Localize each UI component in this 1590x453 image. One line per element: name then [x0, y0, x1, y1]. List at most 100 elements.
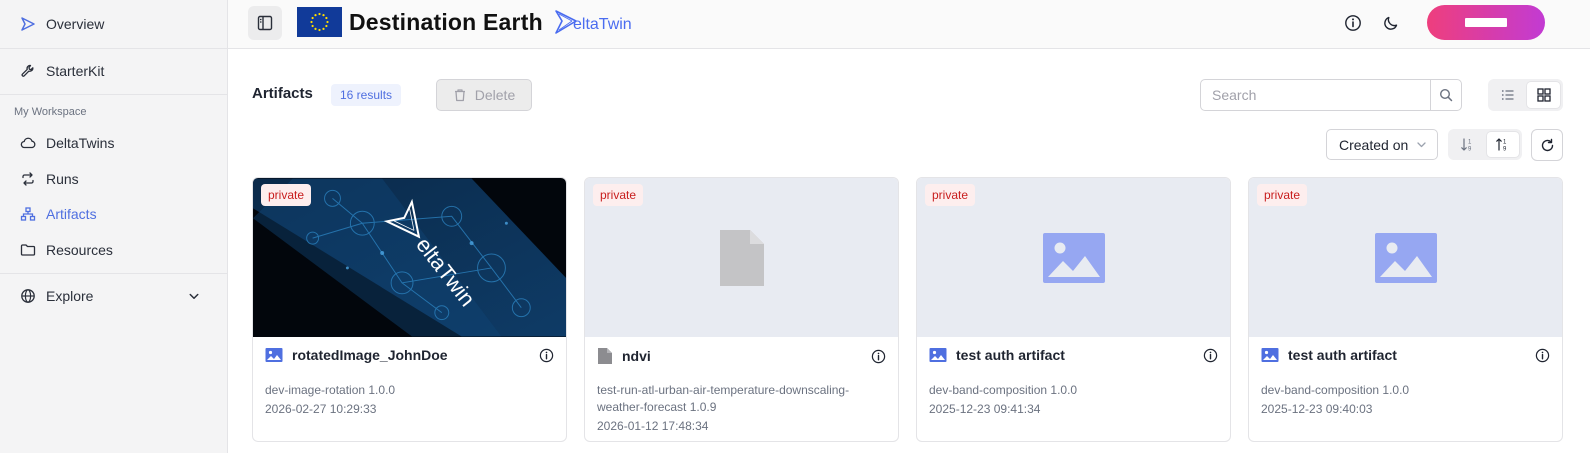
svg-text:9: 9 [1503, 147, 1507, 153]
page-title: Artifacts [252, 85, 313, 102]
refresh-button[interactable] [1531, 129, 1563, 161]
artifact-source: test-run-atl-urban-air-temperature-downs… [597, 383, 850, 414]
private-badge: private [1257, 184, 1308, 206]
image-icon [1261, 348, 1279, 362]
artifact-source: dev-image-rotation 1.0.0 [265, 383, 396, 397]
grid-view-button[interactable] [1527, 82, 1560, 108]
theme-toggle-button[interactable] [1381, 13, 1401, 33]
sidebar-item-starterkit[interactable]: StarterKit [20, 63, 104, 79]
search-button[interactable] [1430, 80, 1461, 110]
globe-icon [21, 289, 35, 303]
network-icon [20, 207, 36, 221]
top-header: Destination Earth eltaTwin [228, 0, 1590, 49]
eu-stars-icon [310, 12, 329, 32]
sidebar-item-label: Runs [46, 171, 79, 187]
refresh-icon [1541, 138, 1553, 151]
info-icon [539, 348, 553, 362]
sidebar-item-deltatwins[interactable]: DeltaTwins [20, 135, 114, 151]
sort-ascending-icon: 19 [1460, 138, 1472, 153]
sort-field-label: Created on [1339, 136, 1409, 153]
info-icon [1203, 348, 1217, 362]
search-icon [1439, 88, 1453, 102]
sort-direction-toggle: 19 19 [1448, 129, 1522, 160]
sidebar-item-label: Artifacts [46, 206, 97, 222]
sidebar-item-artifacts[interactable]: Artifacts [20, 206, 97, 222]
section-label-workspace: My Workspace [14, 106, 87, 118]
artifact-info-button[interactable] [870, 348, 886, 364]
deltatwin-logo: eltaTwin [553, 8, 632, 36]
search-input[interactable] [1201, 80, 1430, 110]
artifact-info-button[interactable] [538, 347, 554, 363]
private-badge: private [925, 184, 976, 206]
artifact-info-button[interactable] [1534, 347, 1550, 363]
file-icon [598, 348, 612, 364]
search-box [1200, 79, 1462, 111]
wrench-icon [21, 64, 34, 77]
list-icon [1501, 90, 1513, 100]
artifact-date: 2025-12-23 09:41:34 [929, 402, 1041, 416]
info-icon [871, 349, 885, 363]
sidebar-item-label: StarterKit [46, 63, 105, 79]
artifact-date: 2026-02-27 10:29:33 [265, 402, 377, 416]
artifact-title: test auth artifact [956, 347, 1065, 363]
artifact-title: test auth artifact [1288, 347, 1397, 363]
sidebar-item-resources[interactable]: Resources [20, 242, 113, 258]
delete-button-label: Delete [474, 87, 516, 103]
svg-text:1: 1 [1468, 140, 1472, 146]
sort-ascending-button[interactable]: 19 [1451, 132, 1484, 157]
folder-icon [20, 244, 36, 256]
artifact-card[interactable]: eltaTwin private rotatedImage_JohnDoe de… [252, 177, 567, 442]
moon-icon [1384, 16, 1398, 30]
sidebar: Overview StarterKit My Workspace DeltaTw… [0, 0, 228, 453]
sidebar-toggle-button[interactable] [248, 6, 282, 40]
artifact-source: dev-band-composition 1.0.0 [1261, 383, 1410, 397]
view-mode-toggle [1488, 79, 1563, 111]
artifact-title: rotatedImage_JohnDoe [292, 347, 448, 363]
list-view-button[interactable] [1491, 82, 1524, 108]
sidebar-item-runs[interactable]: Runs [20, 171, 79, 187]
deltatwin-logo-text: eltaTwin [573, 16, 632, 33]
sidebar-item-label: Overview [46, 16, 105, 32]
brand-title: Destination Earth [349, 9, 543, 35]
image-placeholder-icon [1374, 232, 1437, 283]
private-badge: private [593, 184, 644, 206]
result-count-badge: 16 results [331, 84, 402, 106]
cloud-icon [20, 137, 36, 149]
artifact-info-button[interactable] [1202, 347, 1218, 363]
artifact-card[interactable]: private ndvi test-run-atl-urban-air-temp… [584, 177, 899, 442]
svg-text:1: 1 [1503, 140, 1507, 146]
delete-button[interactable]: Delete [436, 79, 532, 111]
sidebar-item-overview[interactable]: Overview [20, 16, 104, 32]
artifact-source: dev-band-composition 1.0.0 [929, 383, 1078, 397]
artifact-title: ndvi [622, 348, 651, 364]
divider [0, 48, 228, 49]
file-placeholder-icon [719, 229, 764, 286]
info-icon [1535, 348, 1549, 362]
image-placeholder-icon [1042, 232, 1105, 283]
info-icon [1345, 15, 1361, 31]
sidebar-item-label: Explore [46, 288, 94, 304]
redacted-user-name [1465, 18, 1507, 27]
sidebar-item-label: DeltaTwins [46, 135, 115, 151]
repeat-icon [22, 172, 34, 186]
trash-icon [454, 89, 465, 102]
artifact-card[interactable]: private test auth artifact dev-band-comp… [1248, 177, 1563, 442]
image-icon [265, 348, 283, 362]
artifact-date: 2025-12-23 09:40:03 [1261, 402, 1373, 416]
user-account-button[interactable] [1427, 5, 1545, 40]
divider [0, 273, 228, 274]
sidebar-item-explore[interactable]: Explore [20, 288, 200, 304]
sort-field-select[interactable]: Created on [1326, 129, 1438, 160]
sidebar-item-label: Resources [46, 242, 113, 258]
sort-descending-icon: 19 [1496, 138, 1507, 153]
sort-descending-button[interactable]: 19 [1486, 132, 1519, 157]
artifact-card[interactable]: private test auth artifact dev-band-comp… [916, 177, 1231, 442]
divider [0, 94, 228, 95]
info-button[interactable] [1343, 13, 1363, 33]
chevron-down-icon [1417, 142, 1426, 148]
image-icon [929, 348, 947, 362]
sidebar-panel-icon [257, 15, 273, 31]
svg-text:9: 9 [1468, 147, 1472, 153]
artifact-date: 2026-01-12 17:48:34 [597, 419, 709, 433]
grid-icon [1536, 88, 1551, 102]
